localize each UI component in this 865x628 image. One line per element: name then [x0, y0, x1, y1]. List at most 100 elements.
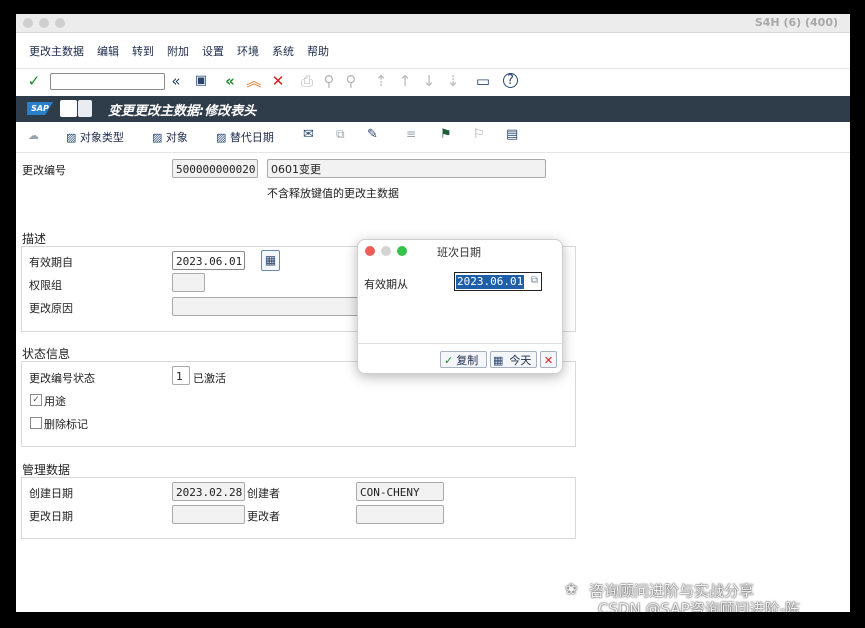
next-page-icon: ↓	[422, 72, 436, 90]
status-field[interactable]: 1	[172, 366, 190, 385]
change-desc-field[interactable]: 0601变更	[267, 159, 546, 178]
status-text: 已激活	[193, 372, 226, 385]
object-type-label: 对象类型	[79, 131, 124, 144]
dialog-title: 班次日期	[437, 246, 481, 259]
created-by-label: 创建者	[247, 487, 280, 500]
usage-checkbox[interactable]: ✓	[30, 394, 42, 406]
command-field[interactable]	[50, 73, 165, 90]
change-no-field[interactable]: 500000000020	[172, 159, 258, 178]
menu-environment[interactable]: 环境	[237, 43, 259, 59]
dialog-date-field[interactable]: 2023.06.01 ⧉	[454, 272, 542, 291]
application-toolbar: ☁ ▨ 对象类型 ▨ 对象 ▨ 替代日期 ✉ ⧉ ✎ ≡ ⚑ ⚐ ▤	[16, 124, 850, 150]
menu-bar: 更改主数据 编辑 转到 附加 设置 环境 系统 帮助	[16, 38, 850, 62]
page-title: 变更更改主数据:修改表头	[108, 104, 257, 119]
first-page-icon: ⇡	[374, 72, 388, 90]
changed-by-field[interactable]	[356, 505, 444, 524]
deletion-label: 删除标记	[44, 418, 88, 431]
check-icon: ✓	[444, 354, 454, 367]
divider	[16, 152, 850, 153]
menu-edit[interactable]: 编辑	[97, 43, 119, 59]
deletion-checkbox[interactable]	[30, 417, 42, 429]
alt-date-label: 替代日期	[229, 131, 274, 144]
description-section-title: 描述	[22, 232, 47, 246]
change-note: 不含释放键值的更改主数据	[267, 187, 399, 200]
admin-group	[21, 477, 576, 539]
reason-field[interactable]	[172, 297, 362, 316]
find-icon: ⚲	[323, 72, 335, 90]
valid-from-field[interactable]: 2023.06.01	[172, 251, 245, 270]
list-icon[interactable]: ≡	[406, 127, 416, 141]
valid-from-label: 有效期自	[29, 256, 73, 269]
exit-icon[interactable]: ︽	[245, 72, 263, 90]
enter-check-icon[interactable]: ✓	[25, 72, 43, 90]
save-icon[interactable]: ▣	[192, 72, 210, 90]
mail-icon[interactable]: ✉	[303, 127, 314, 142]
image-icon: ▨	[152, 131, 166, 144]
auth-group-field[interactable]	[172, 273, 205, 292]
image-icon: ▨	[66, 131, 80, 144]
close-window-button[interactable]	[23, 18, 33, 28]
shift-date-dialog: 班次日期 有效期从 2023.06.01 ⧉ ✓ 复制 ▦ 今天 ✕	[357, 239, 563, 374]
menu-change-master[interactable]: 更改主数据	[29, 43, 84, 59]
menu-system[interactable]: 系统	[272, 43, 294, 59]
cancel-icon[interactable]: ✕	[269, 72, 287, 90]
calendar-icon[interactable]: ▦	[261, 250, 280, 271]
object-type-button[interactable]: ▨ 对象类型	[66, 129, 124, 145]
auth-group-label: 权限组	[29, 279, 62, 292]
menu-goto[interactable]: 转到	[132, 43, 154, 59]
menu-toggle-icon[interactable]	[60, 100, 77, 117]
value-help-icon[interactable]: ⧉	[531, 275, 538, 286]
dialog-minimize-button	[381, 246, 391, 256]
created-on-field[interactable]: 2023.02.28	[172, 482, 245, 501]
calendar-icon: ▦	[493, 354, 504, 367]
dialog-zoom-button[interactable]	[397, 246, 407, 256]
created-on-label: 创建日期	[29, 487, 73, 500]
flag-icon[interactable]: ⚑	[440, 127, 452, 142]
usage-label: 用途	[44, 395, 66, 408]
sap-window: S4H (6) (400) 更改主数据 编辑 转到 附加 设置 环境 系统 帮助…	[16, 14, 850, 612]
hierarchy-icon[interactable]: ⧉	[336, 127, 345, 142]
dialog-footer: ✓ 复制 ▦ 今天 ✕	[358, 343, 562, 373]
minimize-window-button[interactable]	[39, 18, 49, 28]
status-label: 更改编号状态	[29, 372, 95, 385]
flag-outline-icon[interactable]: ⚐	[473, 127, 485, 142]
copy-button[interactable]: ✓ 复制	[440, 351, 487, 368]
changed-on-field[interactable]	[172, 505, 245, 524]
today-button[interactable]: ▦ 今天	[490, 351, 537, 368]
change-no-label: 更改编号	[22, 164, 66, 177]
sap-logo: SAP	[27, 102, 53, 115]
admin-section-title: 管理数据	[22, 463, 71, 477]
copy-label: 复制	[456, 354, 479, 367]
changed-on-label: 更改日期	[29, 510, 73, 523]
standard-toolbar: ✓ « ▣ « ︽ ✕ ⎙ ⚲ ⚲ ⇡ ↑ ↓ ⇣ ▭ ?	[16, 68, 850, 95]
menu-help[interactable]: 帮助	[307, 43, 329, 59]
last-page-icon: ⇣	[446, 72, 460, 90]
new-session-icon[interactable]: ▭	[474, 72, 492, 90]
watermark-line2: CSDN @SAP咨询顾问进阶-陈	[598, 600, 801, 612]
hat-icon[interactable]: ☁	[28, 129, 39, 142]
object-button[interactable]: ▨ 对象	[152, 129, 188, 145]
dialog-close-button[interactable]	[365, 246, 375, 256]
dialog-date-value: 2023.06.01	[456, 275, 525, 289]
chevron-down-icon[interactable]	[78, 100, 92, 117]
alt-date-button[interactable]: ▨ 替代日期	[216, 129, 274, 145]
menu-settings[interactable]: 设置	[202, 43, 224, 59]
created-by-field[interactable]: CON-CHENY	[356, 482, 444, 501]
previous-page-icon: ↑	[398, 72, 412, 90]
command-history-icon[interactable]: «	[167, 72, 185, 90]
object-label: 对象	[165, 131, 188, 144]
changed-by-label: 更改者	[247, 510, 280, 523]
window-title: S4H (6) (400)	[754, 16, 838, 29]
document-icon[interactable]: ▤	[506, 127, 518, 142]
edit-note-icon[interactable]: ✎	[367, 127, 378, 142]
dialog-field-label: 有效期从	[364, 278, 408, 291]
zoom-window-button[interactable]	[55, 18, 65, 28]
menu-extras[interactable]: 附加	[167, 43, 189, 59]
cancel-icon[interactable]: ✕	[540, 351, 557, 368]
watermark-wechat-icon: ❀	[565, 580, 578, 598]
find-next-icon: ⚲	[345, 72, 357, 90]
window-titlebar: S4H (6) (400)	[16, 14, 850, 33]
back-icon[interactable]: «	[221, 72, 239, 90]
status-section-title: 状态信息	[22, 347, 71, 361]
help-icon[interactable]: ?	[503, 73, 518, 88]
